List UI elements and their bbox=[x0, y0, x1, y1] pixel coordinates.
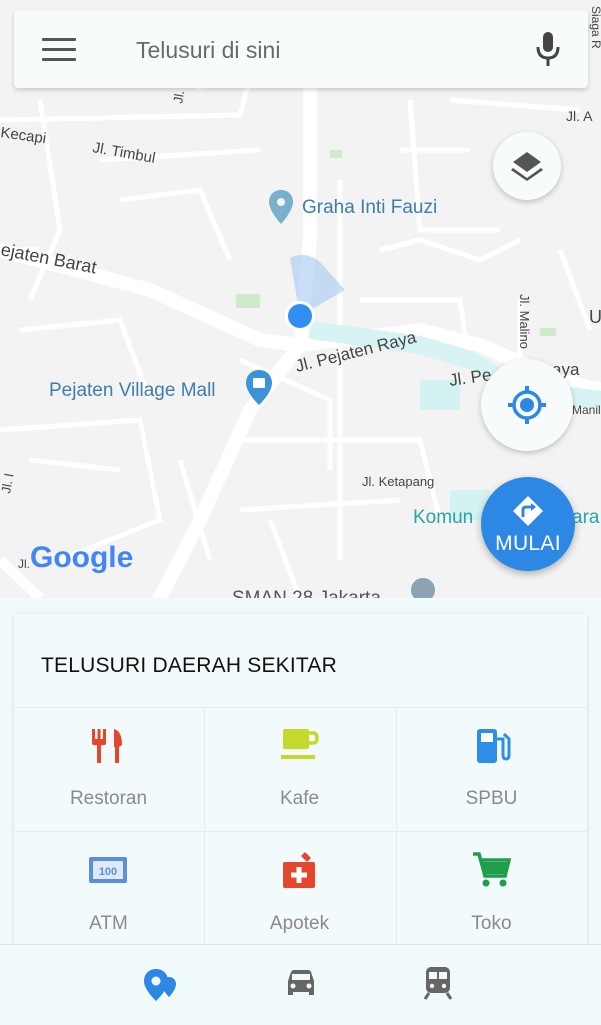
street-label-jl-i: Jl. I bbox=[0, 472, 16, 495]
search-bar bbox=[14, 10, 588, 88]
street-label-timbul: Jl. Timbul bbox=[91, 139, 156, 167]
bottom-navigation bbox=[0, 944, 601, 1025]
category-label: Kafe bbox=[279, 788, 320, 809]
category-toko[interactable]: Toko bbox=[397, 832, 586, 956]
park-area bbox=[540, 328, 556, 336]
explore-pin-icon[interactable] bbox=[142, 963, 182, 1003]
park-area bbox=[330, 150, 342, 158]
atm-icon: 100 bbox=[89, 857, 127, 883]
directions-icon bbox=[513, 496, 543, 526]
place-graha-inti-fauzi[interactable]: Graha Inti Fauzi bbox=[269, 190, 437, 224]
place-label-mall: Pejaten Village Mall bbox=[49, 380, 216, 401]
category-apotek[interactable]: Apotek bbox=[205, 832, 394, 956]
place-sman-28[interactable]: SMAN 28 Jakarta bbox=[232, 578, 435, 598]
restaurant-icon bbox=[92, 729, 122, 763]
start-navigation-button[interactable]: MULAI bbox=[481, 477, 575, 571]
google-logo: Google bbox=[30, 541, 133, 574]
category-label: Toko bbox=[471, 913, 512, 934]
menu-icon[interactable] bbox=[42, 38, 76, 61]
current-location-marker bbox=[285, 254, 345, 331]
explore-title: TELUSURI DAERAH SEKITAR bbox=[41, 654, 337, 677]
crosshair-icon bbox=[508, 386, 546, 424]
category-label: SPBU bbox=[465, 788, 518, 809]
street-label-siaga: Siaga R bbox=[589, 6, 601, 49]
street-label-malino: Jl. Malino bbox=[517, 294, 532, 349]
svg-text:100: 100 bbox=[99, 866, 117, 878]
layers-button[interactable] bbox=[493, 132, 561, 200]
cafe-icon bbox=[281, 729, 319, 759]
category-label: Apotek bbox=[269, 913, 330, 934]
street-label-pejaten-barat: ejaten Barat bbox=[0, 239, 98, 277]
place-label-komunitas: Komun bbox=[413, 507, 473, 528]
school-pin-icon bbox=[411, 578, 435, 598]
place-label-komunitas-end: ara bbox=[572, 507, 600, 528]
street-label-kecapi: Kecapi bbox=[0, 124, 47, 147]
car-icon[interactable] bbox=[281, 963, 321, 1003]
gas-station-icon bbox=[477, 729, 511, 763]
pharmacy-icon bbox=[283, 852, 315, 888]
shopping-cart-icon bbox=[473, 852, 511, 887]
category-spbu[interactable]: SPBU bbox=[397, 707, 586, 831]
street-label-u: U bbox=[589, 307, 601, 327]
place-pin-icon bbox=[269, 190, 293, 224]
place-pejaten-village-mall[interactable]: Pejaten Village Mall bbox=[49, 370, 272, 405]
start-button-label: MULAI bbox=[495, 532, 561, 555]
blue-dot-icon bbox=[288, 304, 312, 328]
park-area bbox=[236, 294, 260, 308]
google-logo-text: Google bbox=[30, 541, 133, 574]
category-restoran[interactable]: Restoran bbox=[14, 707, 203, 831]
train-icon[interactable] bbox=[418, 963, 458, 1003]
search-input[interactable] bbox=[134, 34, 518, 66]
explore-nearby-panel: TELUSURI DAERAH SEKITAR Restoran Kafe SP… bbox=[14, 614, 587, 954]
category-kafe[interactable]: Kafe bbox=[205, 707, 394, 831]
street-label-jl: Jl. bbox=[18, 557, 30, 571]
street-label-ketapang: Jl. Ketapang bbox=[362, 474, 434, 489]
street-label-manil: Manil bbox=[572, 403, 601, 417]
microphone-icon[interactable] bbox=[534, 30, 562, 70]
category-label: ATM bbox=[89, 913, 128, 934]
category-atm[interactable]: 100 ATM bbox=[14, 832, 203, 956]
place-label-graha: Graha Inti Fauzi bbox=[302, 197, 437, 218]
my-location-button[interactable] bbox=[481, 359, 573, 451]
layers-icon bbox=[511, 152, 543, 181]
place-label-sman: SMAN 28 Jakarta bbox=[232, 588, 381, 598]
category-label: Restoran bbox=[69, 788, 148, 809]
street-label-jl-a: Jl. A bbox=[566, 108, 593, 124]
